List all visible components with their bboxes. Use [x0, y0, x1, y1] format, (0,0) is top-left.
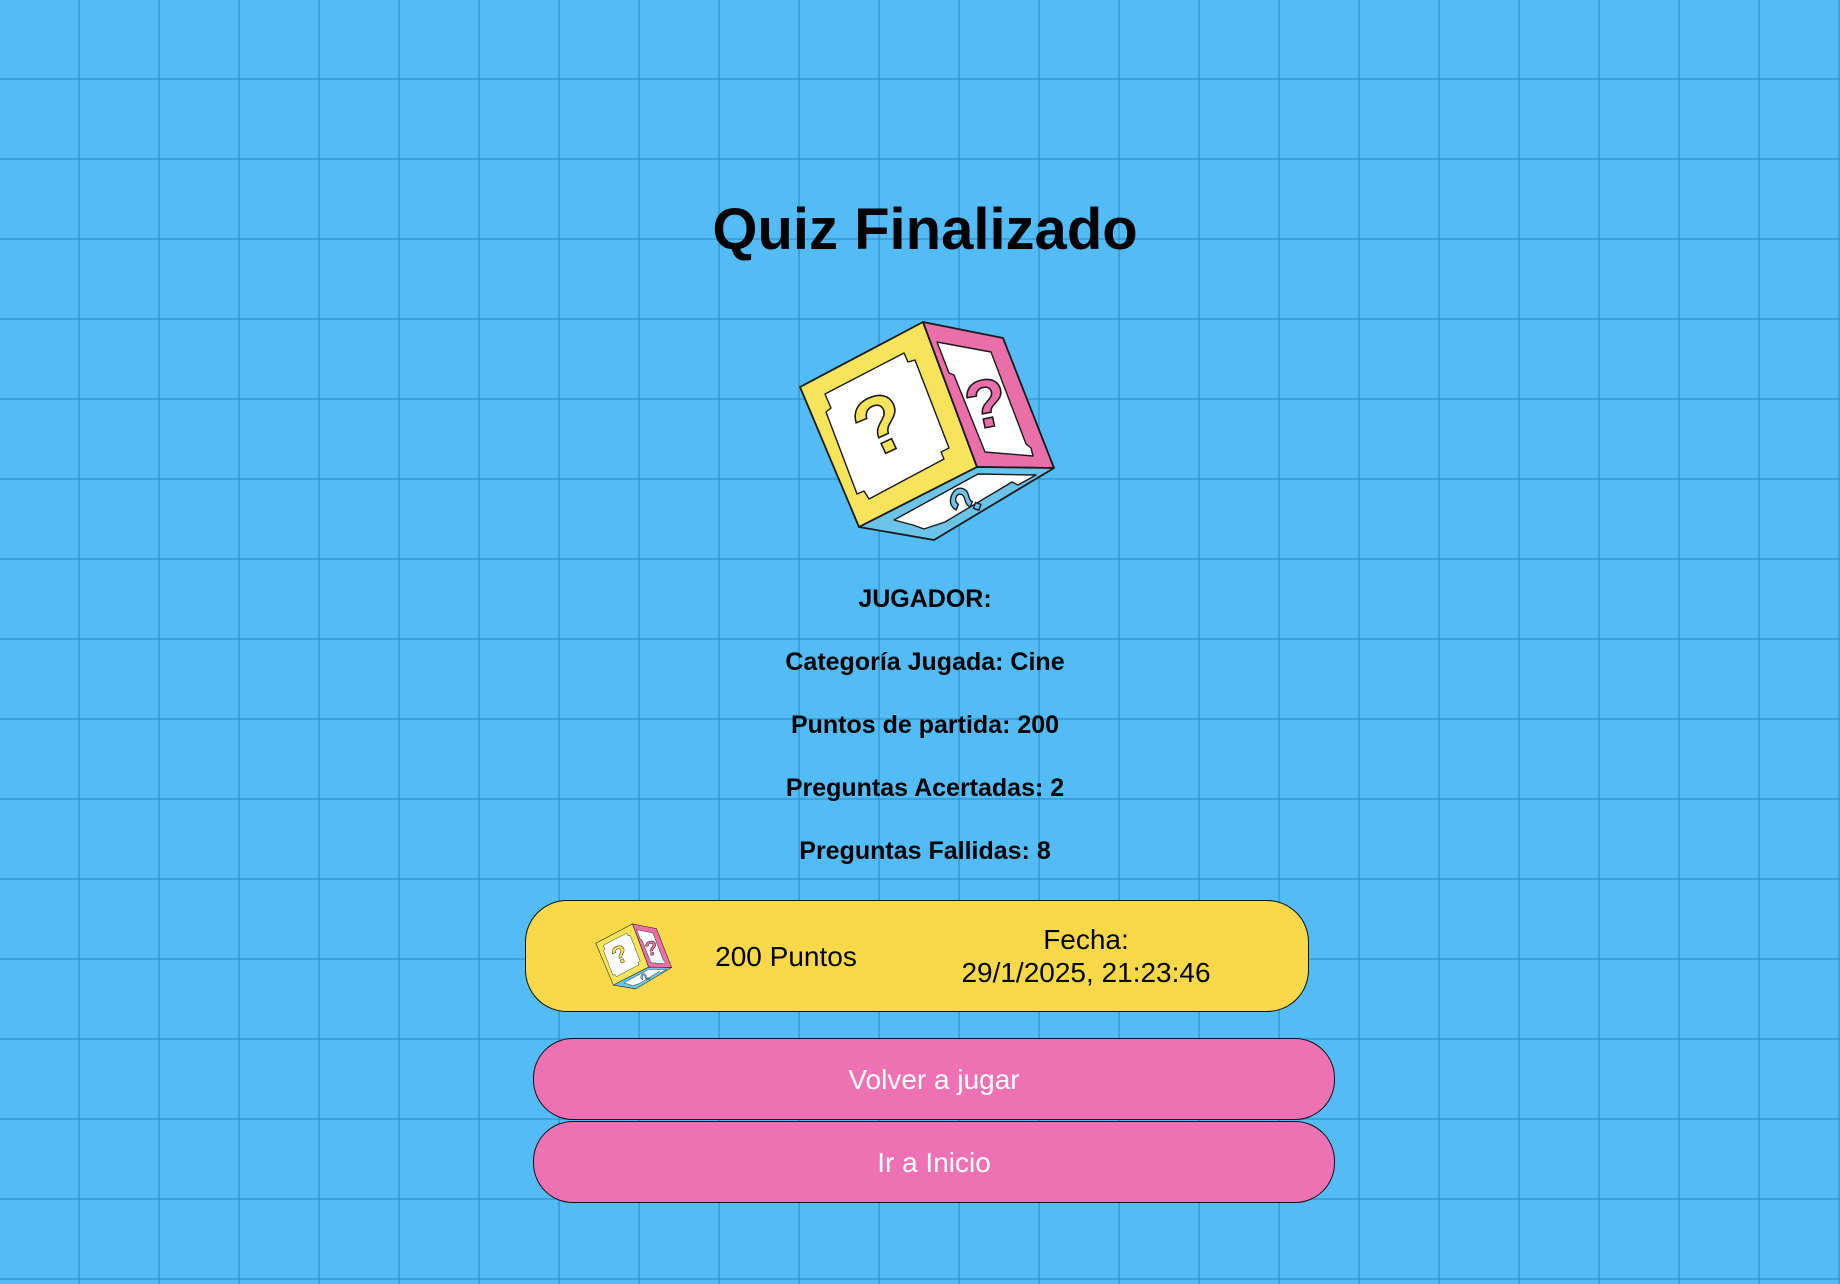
date-label: Fecha: [1043, 924, 1129, 955]
score-card: 200 Puntos Fecha: 29/1/2025, 21:23:46 [525, 900, 1309, 1012]
score-date: Fecha: 29/1/2025, 21:23:46 [936, 923, 1236, 989]
failed-answers: Preguntas Fallidas: 8 [799, 837, 1051, 865]
page-title: Quiz Finalizado [712, 197, 1138, 262]
starting-points: Puntos de partida: 200 [790, 711, 1060, 739]
quiz-results-page: Quiz Finalizado JUGADOR: Categoría Jugad… [0, 0, 1840, 1284]
date-value: 29/1/2025, 21:23:46 [961, 957, 1211, 988]
correct-answers: Preguntas Acertadas: 2 [785, 774, 1065, 802]
go-home-button[interactable]: Ir a Inicio [533, 1121, 1335, 1203]
play-again-button[interactable]: Volver a jugar [533, 1038, 1335, 1120]
category-played: Categoría Jugada: Cine [785, 648, 1065, 676]
score-points: 200 Puntos [715, 941, 857, 972]
question-cube-icon [594, 917, 674, 997]
player-label: JUGADOR: [858, 585, 992, 613]
question-cube-icon [796, 318, 1058, 544]
